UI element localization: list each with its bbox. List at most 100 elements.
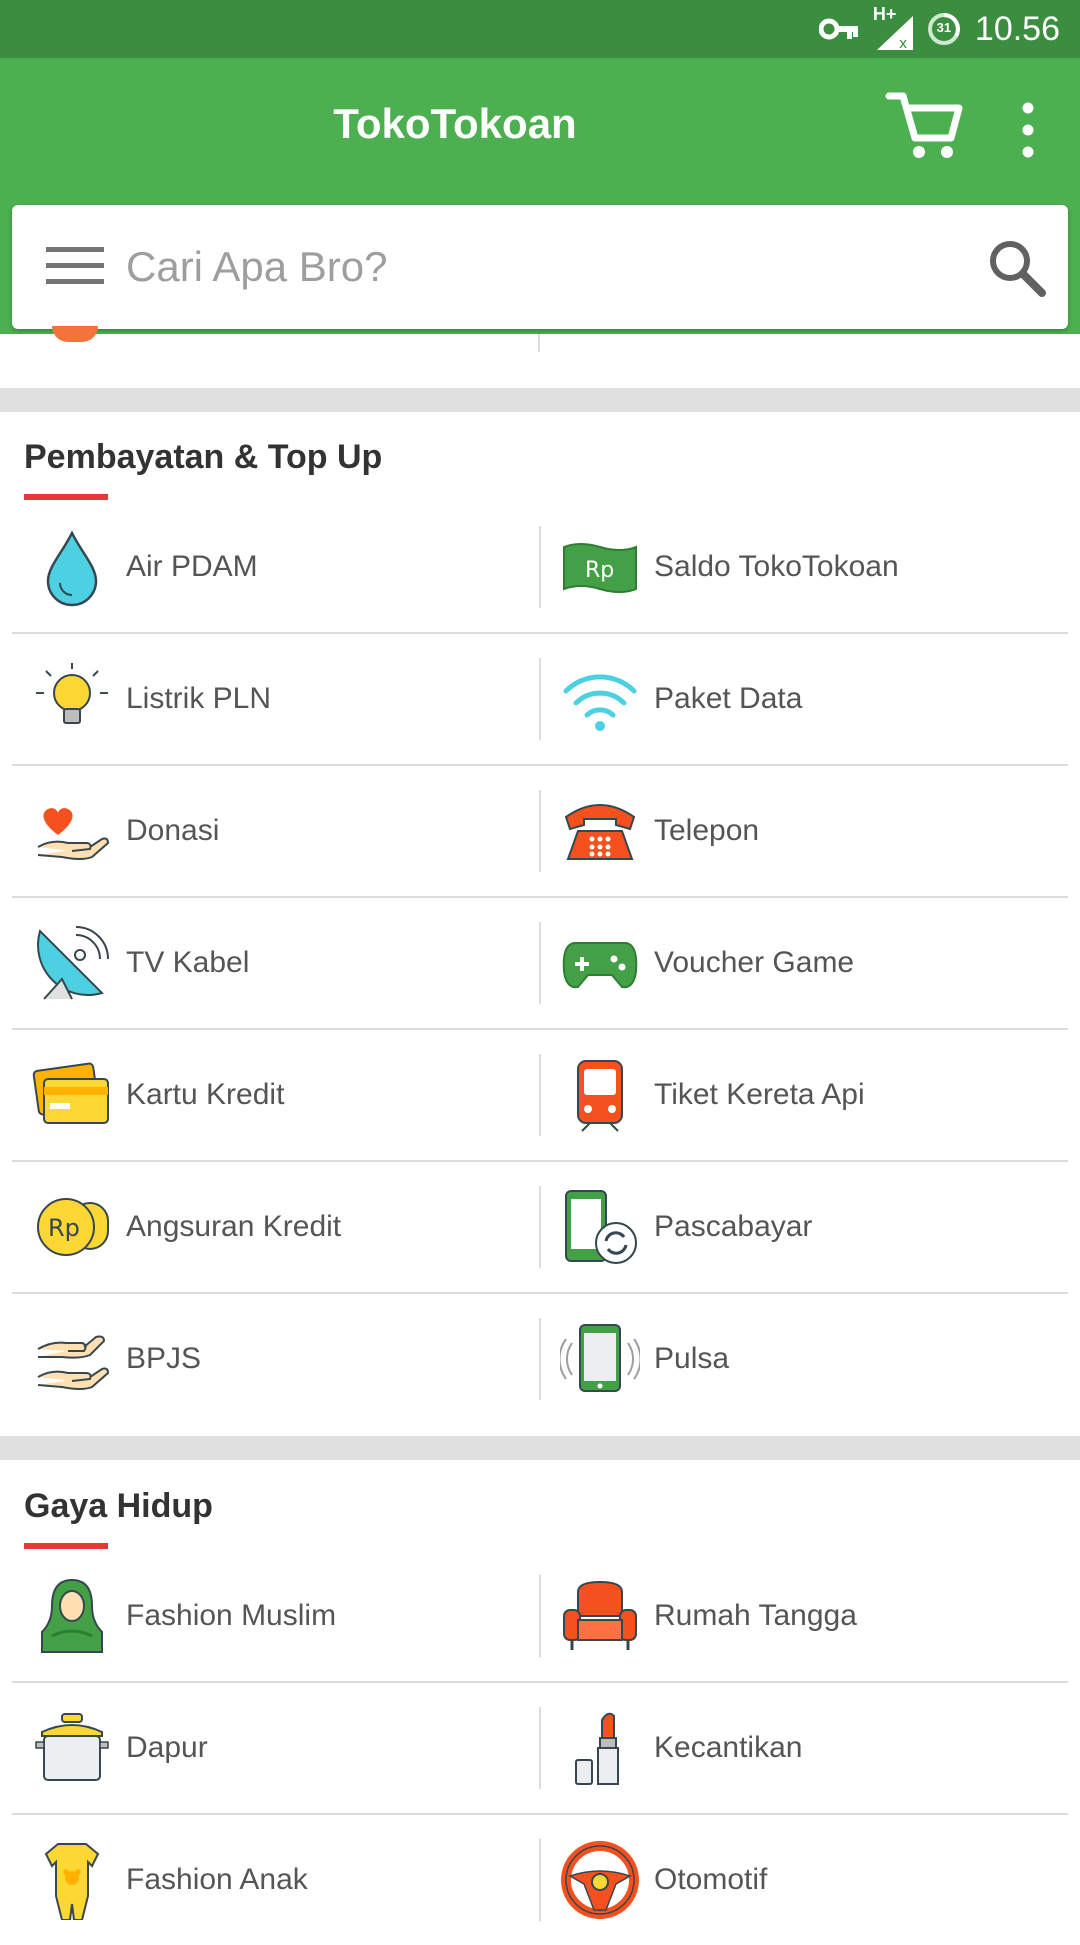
grid-item-fashion-anak[interactable]: Fashion Anak [12, 1815, 540, 1945]
grid-item-label: Angsuran Kredit [126, 1210, 342, 1243]
vpn-key-icon [818, 18, 858, 40]
grid-item-kecantikan[interactable]: Kecantikan [540, 1683, 1068, 1813]
grid-item-rumah-tangga[interactable]: Rumah Tangga [540, 1551, 1068, 1681]
grid-item-label: Listrik PLN [126, 682, 272, 715]
battery-icon: 31 [927, 12, 961, 46]
phone-signal-icon [560, 1324, 640, 1392]
train-icon [577, 1060, 623, 1132]
svg-text:x: x [899, 36, 907, 50]
cooking-pot-icon [35, 1713, 109, 1781]
grid-row: Dapur Kecantikan [12, 1683, 1068, 1815]
lipstick-icon [575, 1712, 619, 1785]
signal-icon: x [876, 16, 913, 50]
app-bar: TokoTokoan [0, 58, 1080, 334]
telephone-icon [564, 804, 636, 860]
grid-item-label: Pascabayar [654, 1210, 813, 1243]
grid-item-telepon[interactable]: Telepon [540, 766, 1068, 896]
satellite-dish-icon [37, 926, 109, 1000]
grid-item-label: Fashion Anak [126, 1863, 308, 1896]
status-bar: H+ x 31 10.56 [0, 0, 1080, 58]
section-separator [0, 388, 1080, 412]
clock: 10.56 [974, 9, 1060, 48]
grid-item-label: Air PDAM [126, 550, 258, 583]
partial-icon [52, 326, 98, 342]
grid-item-angsuran-kredit[interactable]: Rp Angsuran Kredit [12, 1162, 540, 1292]
menu-icon [46, 247, 104, 284]
svg-text:Rp: Rp [48, 1214, 80, 1242]
armchair-icon [563, 1580, 637, 1650]
steering-wheel-icon [561, 1841, 639, 1919]
grid-item-label: BPJS [126, 1342, 202, 1375]
grid-item-fashion-muslim[interactable]: Fashion Muslim [12, 1551, 540, 1681]
grid-item-label: Paket Data [654, 682, 803, 715]
grid-item-label: Tiket Kereta Api [654, 1078, 865, 1111]
grid-item-dapur[interactable]: Dapur [12, 1683, 540, 1813]
battery-level: 31 [936, 20, 952, 35]
grid-item-label: Rumah Tangga [654, 1599, 857, 1632]
hijab-icon [41, 1578, 103, 1653]
gamepad-icon [562, 942, 638, 989]
grid-row: Listrik PLN Paket Data [12, 634, 1068, 766]
more-options-button[interactable] [1005, 96, 1051, 166]
grid-item-tiket-kereta[interactable]: Tiket Kereta Api [540, 1030, 1068, 1160]
grid-item-pulsa[interactable]: Pulsa [540, 1294, 1068, 1424]
grid-item-label: Pulsa [654, 1342, 730, 1375]
search-bar [12, 205, 1068, 329]
grid-item-paket-data[interactable]: Paket Data [540, 634, 1068, 764]
grid-item-kartu-kredit[interactable]: Kartu Kredit [12, 1030, 540, 1160]
grid-row: Fashion Anak Otomotif [12, 1815, 1068, 1945]
grid-item-voucher-game[interactable]: Voucher Game [540, 898, 1068, 1028]
grid-row: BPJS Pulsa [12, 1294, 1068, 1424]
payments-grid: Air PDAM Rp Saldo TokoTokoan Listrik PLN [12, 502, 1068, 1424]
section-title-lifestyle: Gaya Hidup [24, 1487, 213, 1525]
coin-stack-icon: Rp [37, 1198, 109, 1256]
grid-item-air-pdam[interactable]: Air PDAM [12, 502, 540, 632]
phone-sync-icon [565, 1190, 637, 1264]
grid-item-otomotif[interactable]: Otomotif [540, 1815, 1068, 1945]
grid-row: TV Kabel Voucher Game [12, 898, 1068, 1030]
grid-item-label: Telepon [654, 814, 760, 847]
lifestyle-grid: Fashion Muslim Rumah Tangga Dapur Kecant… [12, 1551, 1068, 1945]
grid-item-pascabayar[interactable]: Pascabayar [540, 1162, 1068, 1292]
grid-item-label: Kecantikan [654, 1731, 803, 1764]
money-note-icon: Rp [563, 543, 637, 593]
grid-item-label: Dapur [126, 1731, 208, 1764]
menu-button[interactable] [46, 243, 104, 289]
section-title-payments: Pembayatan & Top Up [24, 438, 383, 476]
grid-row: Donasi Telepon [12, 766, 1068, 898]
section-separator [0, 1436, 1080, 1460]
grid-item-tv-kabel[interactable]: TV Kabel [12, 898, 540, 1028]
grid-item-label: Fashion Muslim [126, 1599, 337, 1632]
water-drop-icon [46, 530, 98, 607]
search-input[interactable] [124, 231, 948, 303]
search-icon [990, 241, 1046, 297]
light-bulb-icon [36, 663, 108, 724]
grid-item-saldo[interactable]: Rp Saldo TokoTokoan [540, 502, 1068, 632]
section-underline [24, 494, 108, 500]
grid-item-label: Voucher Game [654, 946, 855, 979]
grid-item-donasi[interactable]: Donasi [12, 766, 540, 896]
more-vertical-icon [1022, 102, 1034, 158]
heart-hand-icon [37, 808, 110, 860]
grid-row: Fashion Muslim Rumah Tangga [12, 1551, 1068, 1683]
app-title: TokoTokoan [333, 100, 577, 147]
grid-row: Air PDAM Rp Saldo TokoTokoan [12, 502, 1068, 634]
grid-item-label: Donasi [126, 814, 220, 847]
grid-item-listrik[interactable]: Listrik PLN [12, 634, 540, 764]
baby-romper-icon [44, 1843, 100, 1920]
credit-card-icon [32, 1062, 109, 1124]
section-underline [24, 1543, 108, 1549]
grid-item-label: TV Kabel [126, 946, 250, 979]
svg-text:Rp: Rp [585, 558, 614, 583]
grid-item-bpjs[interactable]: BPJS [12, 1294, 540, 1424]
wifi-icon [563, 674, 637, 731]
grid-item-label: Saldo TokoTokoan [654, 550, 899, 583]
network-indicator: H+ x [873, 4, 913, 50]
cart-button[interactable] [885, 86, 965, 166]
hands-icon [37, 1335, 110, 1390]
search-button[interactable] [982, 233, 1052, 303]
grid-item-label: Kartu Kredit [126, 1078, 285, 1111]
grid-row: Kartu Kredit Tiket Kereta Api [12, 1030, 1068, 1162]
cart-icon [885, 92, 963, 158]
grid-row: Rp Angsuran Kredit Pascabayar [12, 1162, 1068, 1294]
